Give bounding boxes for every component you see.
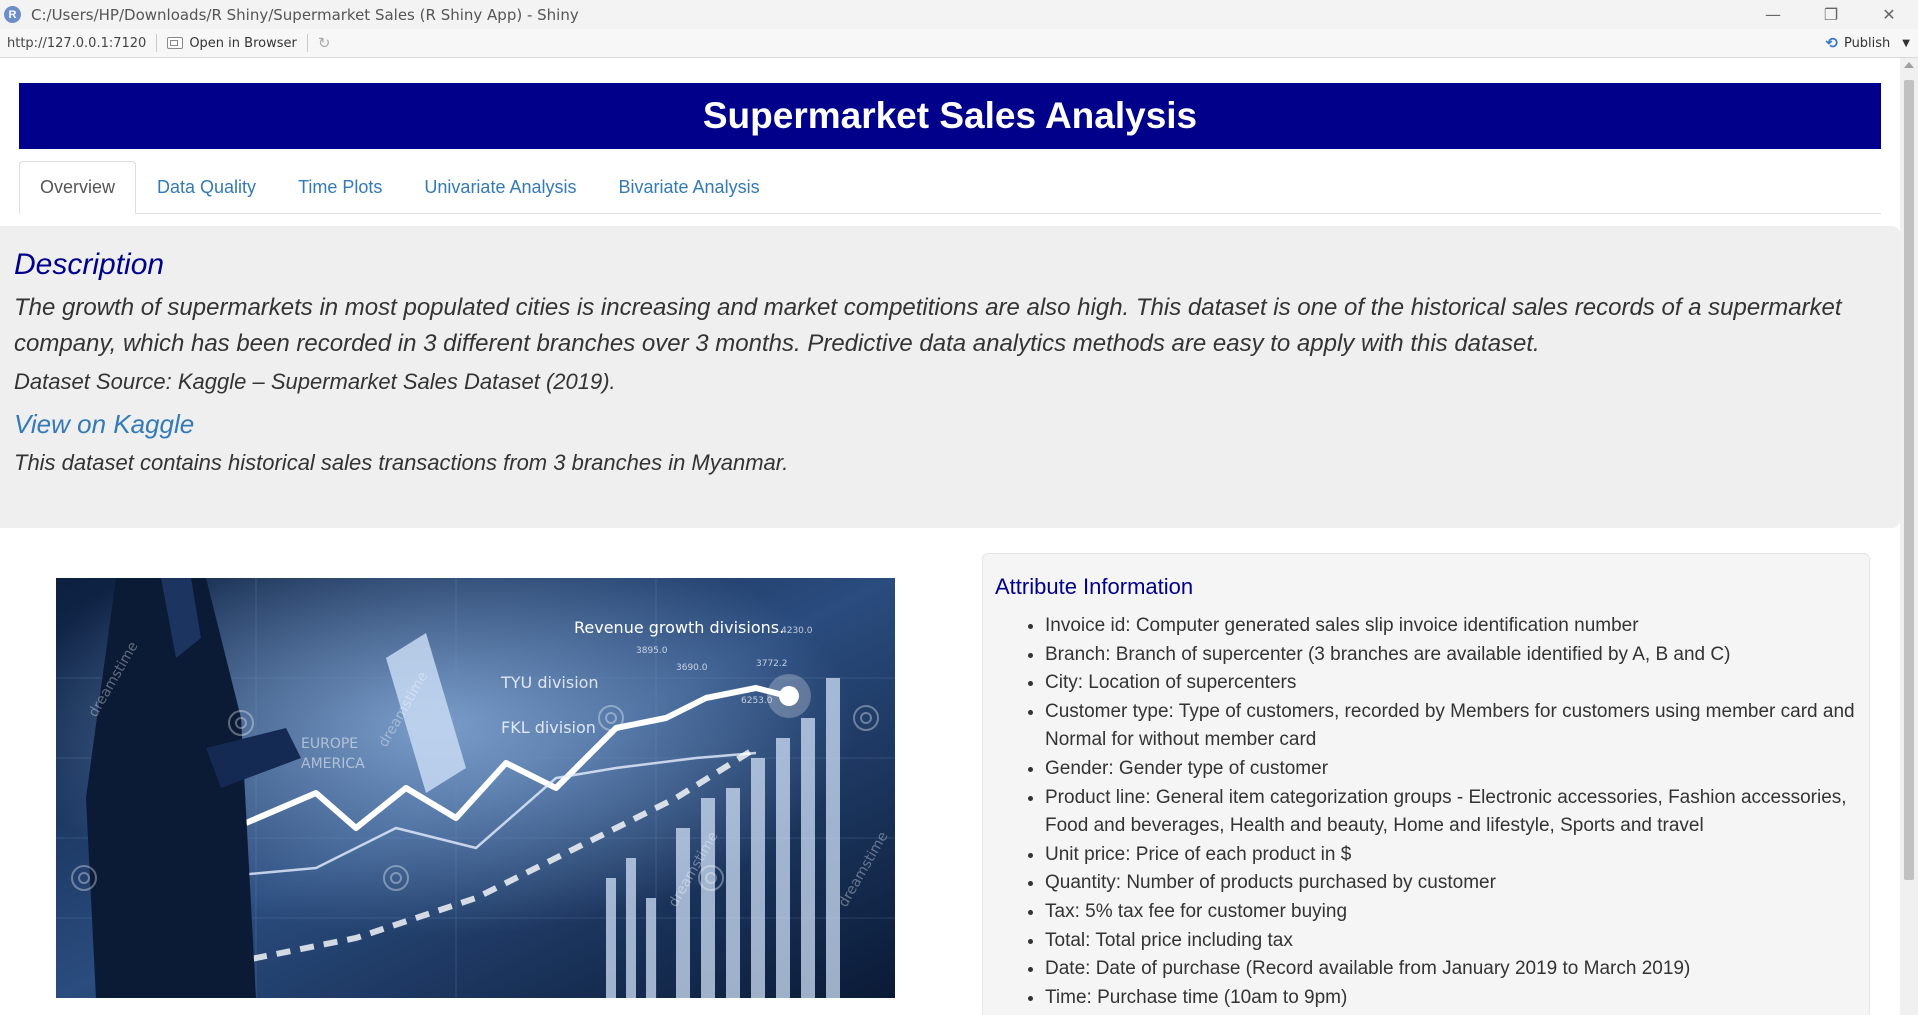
list-item: Customer type: Type of customers, record… bbox=[1045, 698, 1857, 755]
viewer-toolbar: http://127.0.0.1:7120 Open in Browser ↻ … bbox=[0, 29, 1918, 58]
scroll-up-arrow-icon[interactable] bbox=[1904, 62, 1914, 68]
browser-window-icon bbox=[167, 37, 184, 49]
image-number: 3772.2 bbox=[756, 659, 788, 669]
image-number: 3895.0 bbox=[636, 646, 668, 656]
list-item: Unit price: Price of each product in $ bbox=[1045, 841, 1857, 870]
minimize-button[interactable]: — bbox=[1744, 0, 1802, 29]
shiny-page: Supermarket Sales Analysis Overview Data… bbox=[0, 58, 1900, 1015]
window-titlebar: R C:/Users/HP/Downloads/R Shiny/Supermar… bbox=[0, 0, 1918, 29]
dataset-note: This dataset contains historical sales t… bbox=[14, 450, 789, 475]
image-number: 3690.0 bbox=[676, 663, 708, 673]
toolbar-divider bbox=[306, 34, 308, 52]
list-item: Invoice id: Computer generated sales sli… bbox=[1045, 612, 1857, 641]
window-title: C:/Users/HP/Downloads/R Shiny/Supermarke… bbox=[31, 5, 579, 24]
view-on-kaggle-link[interactable]: View on Kaggle bbox=[14, 409, 194, 440]
url-display: http://127.0.0.1:7120 bbox=[7, 35, 147, 51]
tab-bivariate-analysis[interactable]: Bivariate Analysis bbox=[598, 161, 781, 213]
tab-univariate-analysis[interactable]: Univariate Analysis bbox=[403, 161, 597, 213]
image-caption-text: Revenue growth divisions. bbox=[574, 618, 784, 637]
publish-button[interactable]: ⟲ Publish ▼ bbox=[1825, 34, 1910, 52]
publish-icon: ⟲ bbox=[1825, 34, 1838, 52]
window-controls: — ❐ ✕ bbox=[1744, 0, 1918, 29]
list-item: Quantity: Number of products purchased b… bbox=[1045, 869, 1857, 898]
description-paragraph: The growth of supermarkets in most popul… bbox=[14, 294, 1842, 357]
list-item: Total: Total price including tax bbox=[1045, 927, 1857, 956]
image-number: 4230.0 bbox=[781, 626, 813, 636]
image-label-america: AMERICA bbox=[301, 756, 365, 772]
list-item: City: Location of supercenters bbox=[1045, 669, 1857, 698]
image-label-europe: EUROPE bbox=[301, 736, 358, 752]
list-item: Tax: 5% tax fee for customer buying bbox=[1045, 898, 1857, 927]
tab-overview[interactable]: Overview bbox=[19, 161, 137, 214]
tab-time-plots[interactable]: Time Plots bbox=[277, 161, 403, 213]
description-panel: Description The growth of supermarkets i… bbox=[0, 226, 1900, 528]
page-scrollbar[interactable] bbox=[1900, 58, 1918, 1015]
image-label-tyu: TYU division bbox=[500, 673, 599, 692]
close-button[interactable]: ✕ bbox=[1860, 0, 1918, 29]
business-growth-image: Revenue growth divisions. TYU division F… bbox=[56, 578, 895, 998]
list-item: Time: Purchase time (10am to 9pm) bbox=[1045, 984, 1857, 1013]
open-in-browser-button[interactable]: Open in Browser bbox=[167, 36, 297, 51]
list-item: Gender: Gender type of customer bbox=[1045, 755, 1857, 784]
attribute-information-panel: Attribute Information Invoice id: Comput… bbox=[982, 553, 1870, 1015]
image-label-fkl: FKL division bbox=[501, 718, 596, 737]
refresh-icon[interactable]: ↻ bbox=[318, 34, 331, 52]
list-item: Product line: General item categorizatio… bbox=[1045, 784, 1857, 841]
chevron-down-icon: ▼ bbox=[1902, 37, 1910, 49]
rstudio-app-icon: R bbox=[4, 6, 21, 23]
attribute-list: Invoice id: Computer generated sales sli… bbox=[995, 612, 1857, 1012]
tab-bar: Overview Data Quality Time Plots Univari… bbox=[19, 161, 1881, 214]
toolbar-divider bbox=[156, 34, 158, 52]
description-heading: Description bbox=[14, 248, 165, 281]
publish-label: Publish bbox=[1843, 35, 1891, 51]
scrollbar-thumb[interactable] bbox=[1904, 80, 1914, 880]
tab-data-quality[interactable]: Data Quality bbox=[136, 161, 277, 213]
list-item: Date: Date of purchase (Record available… bbox=[1045, 955, 1857, 984]
dataset-source: Dataset Source: Kaggle – Supermarket Sal… bbox=[14, 369, 616, 394]
list-item: Branch: Branch of supercenter (3 branche… bbox=[1045, 641, 1857, 670]
app-title-banner: Supermarket Sales Analysis bbox=[19, 83, 1881, 149]
image-number: 6253.0 bbox=[741, 696, 773, 706]
attribute-heading: Attribute Information bbox=[995, 574, 1194, 599]
open-in-browser-label: Open in Browser bbox=[189, 35, 297, 51]
restore-button[interactable]: ❐ bbox=[1802, 0, 1860, 29]
